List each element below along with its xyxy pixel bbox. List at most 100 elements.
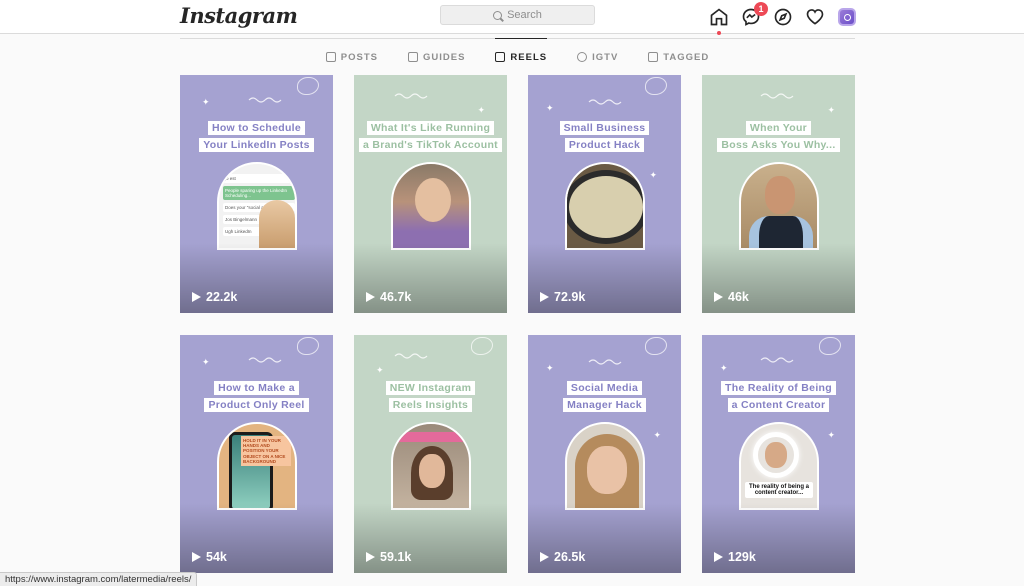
play-icon xyxy=(714,292,723,302)
sparkle-icon: ✦ xyxy=(720,363,728,373)
reel-title-line: Product Only Reel xyxy=(204,398,309,412)
search-box[interactable]: Search xyxy=(440,5,595,25)
reel-tile[interactable]: ✦ ✦ Small Business Product Hack 72.9k xyxy=(528,75,681,313)
reel-title: Small Business Product Hack xyxy=(528,121,681,152)
reel-tile[interactable]: ✦ ✦ Social Media Manager Hack 26.5k xyxy=(528,335,681,573)
tab-posts[interactable]: POSTS xyxy=(325,39,378,73)
play-icon xyxy=(192,292,201,302)
sparkle-icon: ✦ xyxy=(827,430,835,440)
reel-tile[interactable]: ✦ NEW Instagram Reels Insights 59.1k xyxy=(354,335,507,573)
search-placeholder: Search xyxy=(507,9,542,21)
search-icon xyxy=(493,10,503,20)
reel-title-line: Social Media xyxy=(566,381,643,395)
reel-title-line: a Content Creator xyxy=(727,398,830,412)
reels-icon xyxy=(495,52,506,62)
sparkle-icon: ✦ xyxy=(376,365,384,375)
reel-title: The Reality of Being a Content Creator xyxy=(702,381,855,412)
sparkle-icon: ✦ xyxy=(649,170,657,180)
messenger-icon[interactable]: 1 xyxy=(740,2,768,28)
reel-thumbnail xyxy=(565,162,645,250)
sparkle-icon: ✦ xyxy=(827,105,835,115)
view-count: 129k xyxy=(728,550,756,564)
profile-avatar[interactable] xyxy=(836,6,858,28)
reel-thumbnail xyxy=(391,422,471,510)
reel-views: 46.7k xyxy=(366,290,411,304)
person-face xyxy=(419,454,445,488)
reel-views: 129k xyxy=(714,550,756,564)
blob-decoration xyxy=(297,337,319,355)
reel-title-line: The Reality of Being xyxy=(721,381,836,395)
reel-title-line: How to Schedule xyxy=(207,121,306,135)
nav-icons: 1 xyxy=(708,2,858,35)
blob-decoration xyxy=(819,337,841,355)
tab-tagged[interactable]: TAGGED xyxy=(648,39,709,73)
squiggle-decoration xyxy=(248,97,282,103)
round-mirror xyxy=(567,170,643,244)
view-count: 72.9k xyxy=(554,290,586,304)
tab-reels[interactable]: REELS xyxy=(495,38,547,73)
squiggle-decoration xyxy=(588,99,622,105)
tab-guides[interactable]: GUIDES xyxy=(407,39,465,73)
tab-label: IGTV xyxy=(592,51,619,63)
view-count: 46.7k xyxy=(380,290,412,304)
play-icon xyxy=(192,552,201,562)
squiggle-decoration xyxy=(394,353,428,359)
reel-views: 46k xyxy=(714,290,749,304)
reel-tile[interactable]: ✦ What It's Like Running a Brand's TikTo… xyxy=(354,75,507,313)
reel-thumbnail: HOLD IT IN YOUR HANDS AND POSITION YOUR … xyxy=(217,422,297,510)
reel-thumbnail: The reality of being a content creator..… xyxy=(739,422,819,510)
squiggle-decoration xyxy=(760,93,794,99)
view-count: 59.1k xyxy=(380,550,412,564)
reel-title-line: a Brand's TikTok Account xyxy=(359,138,502,152)
tab-igtv[interactable]: IGTV xyxy=(577,39,618,73)
browser-status-url: https://www.instagram.com/latermedia/ree… xyxy=(0,572,198,586)
reel-title: How to Schedule Your LinkedIn Posts xyxy=(180,121,333,152)
reel-thumbnail xyxy=(391,162,471,250)
explore-compass-icon[interactable] xyxy=(772,6,794,28)
reel-title: NEW Instagram Reels Insights xyxy=(354,381,507,412)
sparkle-icon: ✦ xyxy=(546,363,554,373)
home-icon[interactable] xyxy=(708,6,730,35)
activity-heart-icon[interactable] xyxy=(804,6,826,28)
avatar-icon xyxy=(838,8,856,26)
igtv-icon xyxy=(577,52,588,62)
reel-tile[interactable]: ✦ How to Schedule Your LinkedIn Posts jo… xyxy=(180,75,333,313)
reel-tile[interactable]: ✦ How to Make a Product Only Reel HOLD I… xyxy=(180,335,333,573)
person-face xyxy=(765,442,787,468)
tagged-icon xyxy=(648,52,659,62)
sparkle-icon: ✦ xyxy=(202,97,210,107)
play-icon xyxy=(366,292,375,302)
reel-views: 59.1k xyxy=(366,550,411,564)
reel-title-line: How to Make a xyxy=(214,381,299,395)
grid-icon xyxy=(325,52,336,62)
person-face xyxy=(415,178,451,222)
mock-line: jo est xyxy=(223,174,295,183)
reel-title-line: What It's Like Running xyxy=(366,121,495,135)
instagram-logo[interactable]: Instagram xyxy=(180,3,298,28)
play-icon xyxy=(540,292,549,302)
reel-thumbnail xyxy=(565,422,645,510)
reel-thumbnail: jo est People sparing up the LinkedIn Sc… xyxy=(217,162,297,250)
squiggle-decoration xyxy=(394,93,428,99)
blob-decoration xyxy=(297,77,319,95)
reel-title: How to Make a Product Only Reel xyxy=(180,381,333,412)
reel-title-line: Your LinkedIn Posts xyxy=(199,138,314,152)
reel-views: 26.5k xyxy=(540,550,585,564)
reel-tile[interactable]: ✦ When Your Boss Asks You Why... 46k xyxy=(702,75,855,313)
mock-pill: People sparing up the LinkedIn Schedulin… xyxy=(223,186,295,200)
view-count: 46k xyxy=(728,290,749,304)
messages-badge: 1 xyxy=(754,2,768,16)
reel-title-line: Product Hack xyxy=(564,138,645,152)
reel-title-line: Small Business xyxy=(559,121,650,135)
reel-thumbnail xyxy=(739,162,819,250)
squiggle-decoration xyxy=(588,359,622,365)
profile-tabs: POSTS GUIDES REELS IGTV TAGGED xyxy=(180,38,855,73)
play-icon xyxy=(366,552,375,562)
text-overlay xyxy=(399,432,465,442)
person-photo xyxy=(259,200,295,248)
guides-icon xyxy=(407,52,418,62)
blob-decoration xyxy=(471,337,493,355)
reel-tile[interactable]: ✦ ✦ The Reality of Being a Content Creat… xyxy=(702,335,855,573)
sparkle-icon: ✦ xyxy=(477,105,485,115)
blob-decoration xyxy=(645,337,667,355)
